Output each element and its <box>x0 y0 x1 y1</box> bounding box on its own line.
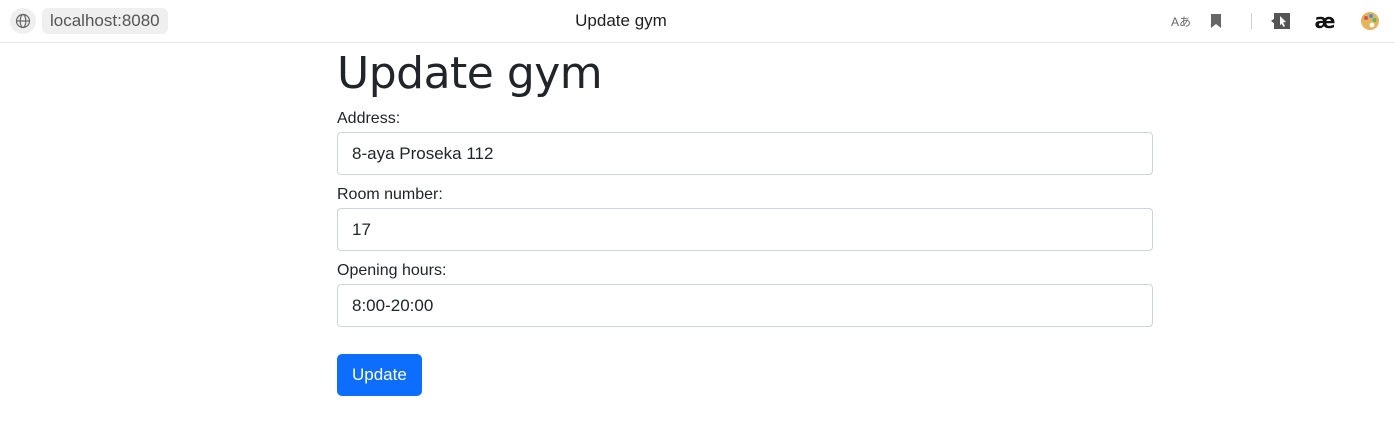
extension-cursor-icon[interactable] <box>1270 11 1292 31</box>
bookmark-icon[interactable] <box>1208 11 1224 31</box>
room-number-input[interactable] <box>337 208 1153 251</box>
tab-title: Update gym <box>575 11 667 30</box>
opening-hours-label: Opening hours: <box>337 262 447 279</box>
toolbar-divider <box>1251 13 1252 29</box>
opening-hours-input[interactable] <box>337 284 1153 327</box>
palette-icon[interactable] <box>1359 11 1381 31</box>
browser-toolbar: localhost:8080 Update gym Aあ æ <box>0 0 1395 43</box>
update-button[interactable]: Update <box>337 354 422 396</box>
translate-icon[interactable]: Aあ <box>1170 11 1192 31</box>
room-number-label: Room number: <box>337 186 443 203</box>
address-input[interactable] <box>337 132 1153 175</box>
ae-extension-icon[interactable]: æ <box>1312 9 1338 33</box>
address-label: Address: <box>337 110 401 127</box>
form-container: Update gym Address: Room number: Opening… <box>337 44 1153 396</box>
page-title: Update gym <box>337 48 603 99</box>
